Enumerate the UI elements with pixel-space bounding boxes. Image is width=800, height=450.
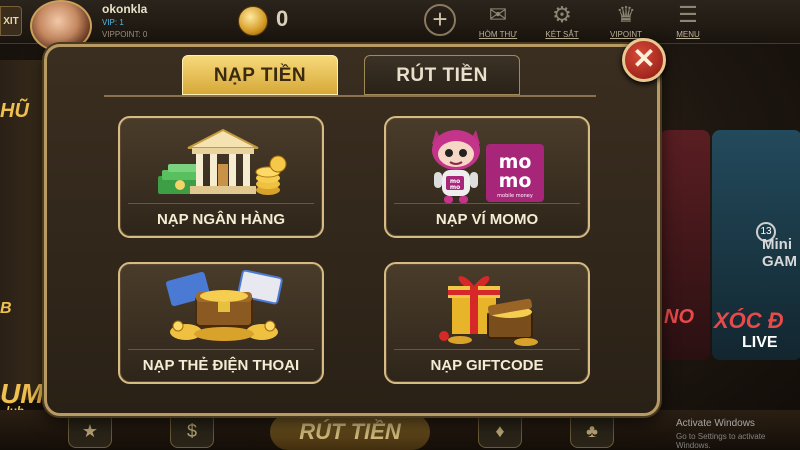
- dollar-button[interactable]: $: [170, 412, 214, 448]
- option-divider: [128, 349, 314, 350]
- username: okonkla: [102, 2, 148, 16]
- coin-icon: [238, 6, 268, 36]
- mascot-text: mo: [450, 184, 460, 191]
- deposit-phone-card-label: NẠP THẺ ĐIỆN THOẠI: [142, 357, 300, 374]
- star-button[interactable]: ★: [68, 412, 112, 448]
- mini-game-label: Mini GAM: [762, 236, 797, 270]
- tab-deposit[interactable]: NẠP TIỀN: [182, 55, 338, 95]
- game-card-label: NO: [664, 306, 694, 328]
- momo-mascot-icon: mo mo: [426, 122, 486, 204]
- momo-logo-text: mo: [499, 170, 532, 192]
- mailbox-button[interactable]: ✉ HÒM THƯ: [466, 0, 530, 44]
- bottom-button[interactable]: ♦: [478, 412, 522, 448]
- deposit-phone-card-button[interactable]: NẠP THẺ ĐIỆN THOẠI: [118, 262, 324, 384]
- menu-button[interactable]: ☰ MENU: [656, 0, 720, 44]
- gift-treasure-icon: [434, 266, 544, 350]
- deposit-giftcode-button[interactable]: NẠP GIFTCODE: [384, 262, 590, 384]
- deposit-bank-button[interactable]: NẠP NGÂN HÀNG: [118, 116, 324, 238]
- vipoint-button[interactable]: ♛ VIPOINT: [594, 0, 658, 44]
- top-bar: XIT okonkla VIP: 1 VIPPOINT: 0 0 + ✉ HÒM…: [0, 0, 800, 52]
- xoc-dia-label: XÓC Đ: [714, 308, 784, 333]
- menu-icon: ☰: [678, 2, 698, 27]
- exit-button[interactable]: XIT: [0, 6, 22, 36]
- vippoint-label: VIPPOINT: 0: [102, 30, 148, 39]
- momo-icon: mo mo mobile money: [486, 144, 544, 202]
- activate-windows-subtitle: Go to Settings to activate Windows.: [676, 432, 766, 450]
- option-divider: [394, 203, 580, 204]
- tab-withdraw[interactable]: RÚT TIỀN: [364, 55, 520, 95]
- live-label: LIVE: [742, 334, 778, 351]
- bottom-button[interactable]: ♣: [570, 412, 614, 448]
- phone-card-treasure-icon: [158, 270, 288, 350]
- deposit-momo-label: NẠP VÍ MOMO: [435, 211, 539, 228]
- mailbox-label: HÒM THƯ: [478, 30, 518, 39]
- safe-button[interactable]: ⚙ KÉT SẮT: [530, 0, 594, 44]
- deposit-giftcode-label: NẠP GIFTCODE: [430, 357, 544, 374]
- momo-sub-text: mobile money: [497, 193, 533, 199]
- deposit-bank-label: NẠP NGÂN HÀNG: [156, 211, 286, 228]
- bottom-withdraw-label[interactable]: RÚT TIỀN: [270, 414, 430, 450]
- left-game-label: B: [0, 300, 12, 317]
- game-screen: XIT okonkla VIP: 1 VIPPOINT: 0 0 + ✉ HÒM…: [0, 0, 800, 450]
- mail-icon: ✉: [488, 2, 508, 27]
- bank-icon: [158, 124, 288, 202]
- deposit-momo-button[interactable]: mo mo mo mo mobile money NẠP VÍ MOMO: [384, 116, 590, 238]
- coin-balance: 0: [276, 6, 289, 31]
- option-divider: [128, 203, 314, 204]
- tab-divider: [104, 95, 596, 97]
- close-icon[interactable]: ✕: [622, 38, 666, 82]
- vip-level: VIP: 1: [102, 18, 124, 27]
- safe-icon: ⚙: [552, 2, 572, 27]
- vip-icon: ♛: [616, 2, 636, 27]
- safe-label: KÉT SẮT: [545, 30, 579, 39]
- option-divider: [394, 349, 580, 350]
- menu-label: MENU: [676, 30, 700, 39]
- left-game-label: HŨ: [0, 100, 29, 122]
- add-coin-button[interactable]: +: [424, 4, 456, 36]
- activate-windows-title: Activate Windows: [676, 418, 755, 429]
